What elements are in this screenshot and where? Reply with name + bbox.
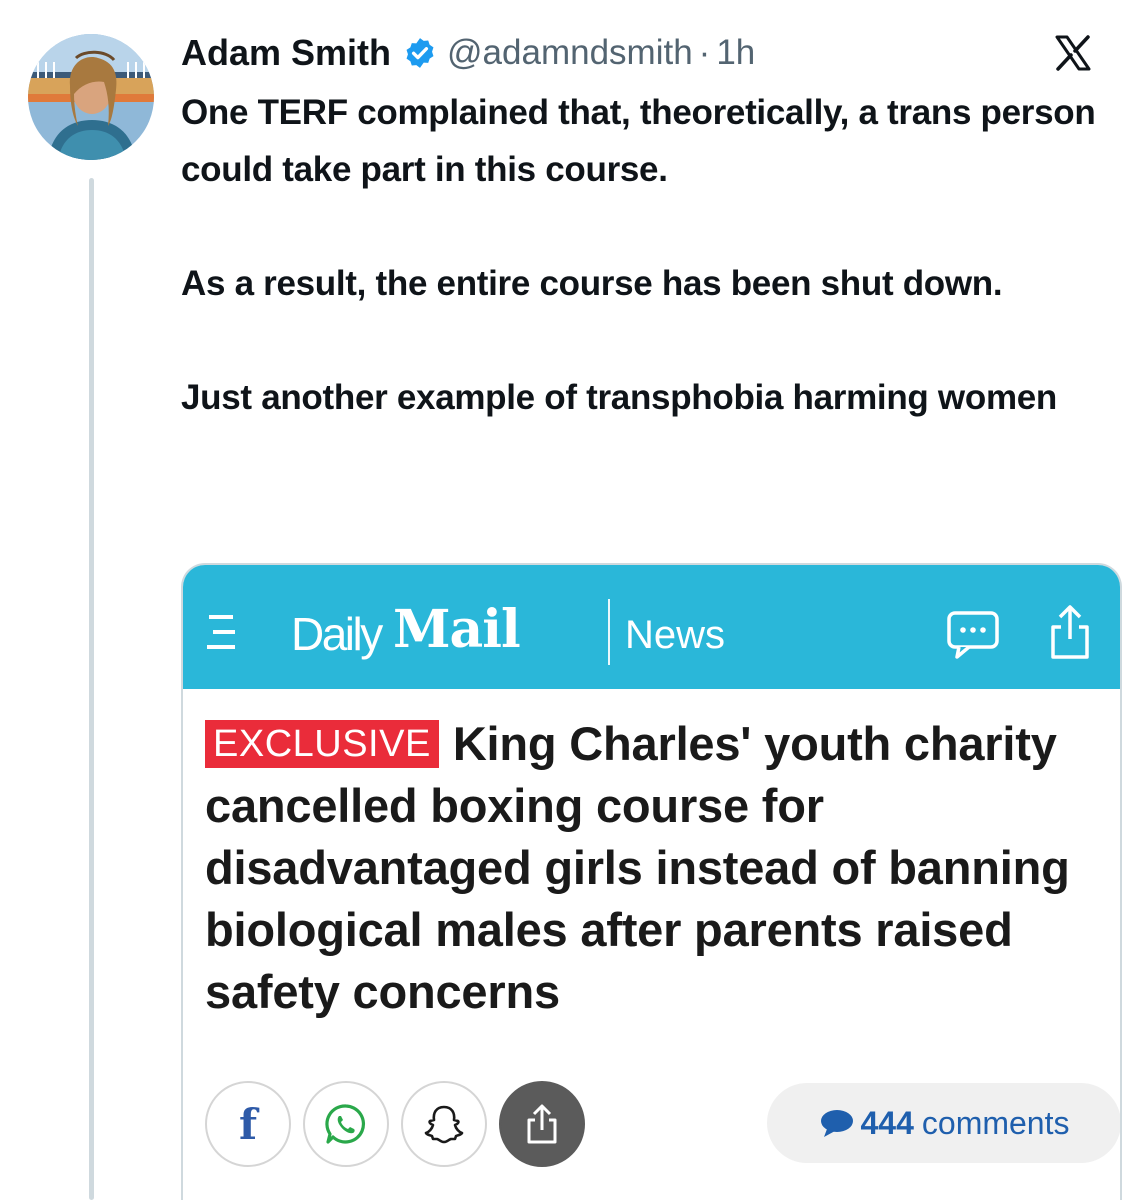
daily-mail-header: Daily Mail News — [183, 565, 1120, 689]
comment-bubble-icon — [820, 1110, 853, 1137]
section-label[interactable]: News — [625, 613, 725, 658]
facebook-icon: f — [238, 1099, 258, 1149]
share-row: f 444 comments — [205, 1081, 1120, 1171]
menu-icon[interactable] — [207, 613, 237, 653]
whatsapp-share-button[interactable] — [303, 1081, 389, 1167]
media-card[interactable]: Daily Mail News EXCLUSIVE King Charles' y… — [181, 563, 1122, 1200]
brand-divider — [608, 599, 610, 665]
brand-mail: Mail — [393, 599, 521, 660]
whatsapp-icon — [325, 1104, 366, 1144]
verified-badge-icon — [403, 36, 437, 70]
timestamp[interactable]: 1h — [716, 33, 755, 73]
avatar[interactable] — [28, 34, 154, 160]
snapchat-share-button[interactable] — [401, 1081, 487, 1167]
share-icon — [527, 1104, 557, 1144]
tweet-paragraph: As a result, the entire course has been … — [181, 264, 1003, 303]
facebook-share-button[interactable]: f — [205, 1081, 291, 1167]
tweet-text: One TERF complained that, theoretically,… — [181, 84, 1121, 426]
share-icon[interactable] — [1045, 603, 1095, 661]
article-headline[interactable]: EXCLUSIVE King Charles' youth charity can… — [205, 713, 1105, 1023]
separator-dot: · — [698, 33, 711, 72]
comments-count: 444 — [860, 1104, 914, 1141]
tweet-paragraph: Just another example of transphobia harm… — [181, 378, 1058, 417]
thread-line — [89, 178, 94, 1200]
comments-label: comments — [921, 1104, 1070, 1141]
tweet-paragraph: One TERF complained that, theoretically,… — [181, 93, 1096, 189]
snapchat-icon — [424, 1105, 464, 1144]
brand-daily: Daily — [291, 608, 383, 660]
display-name[interactable]: Adam Smith — [181, 32, 391, 74]
handle[interactable]: @adamndsmith — [447, 33, 693, 73]
comment-icon[interactable] — [945, 609, 1001, 661]
comments-button[interactable]: 444 comments — [767, 1083, 1120, 1163]
exclusive-tag: EXCLUSIVE — [205, 720, 439, 768]
x-logo-icon — [1054, 34, 1092, 72]
more-share-button[interactable] — [499, 1081, 585, 1167]
tweet-header: Adam Smith @adamndsmith · 1h — [181, 28, 755, 78]
